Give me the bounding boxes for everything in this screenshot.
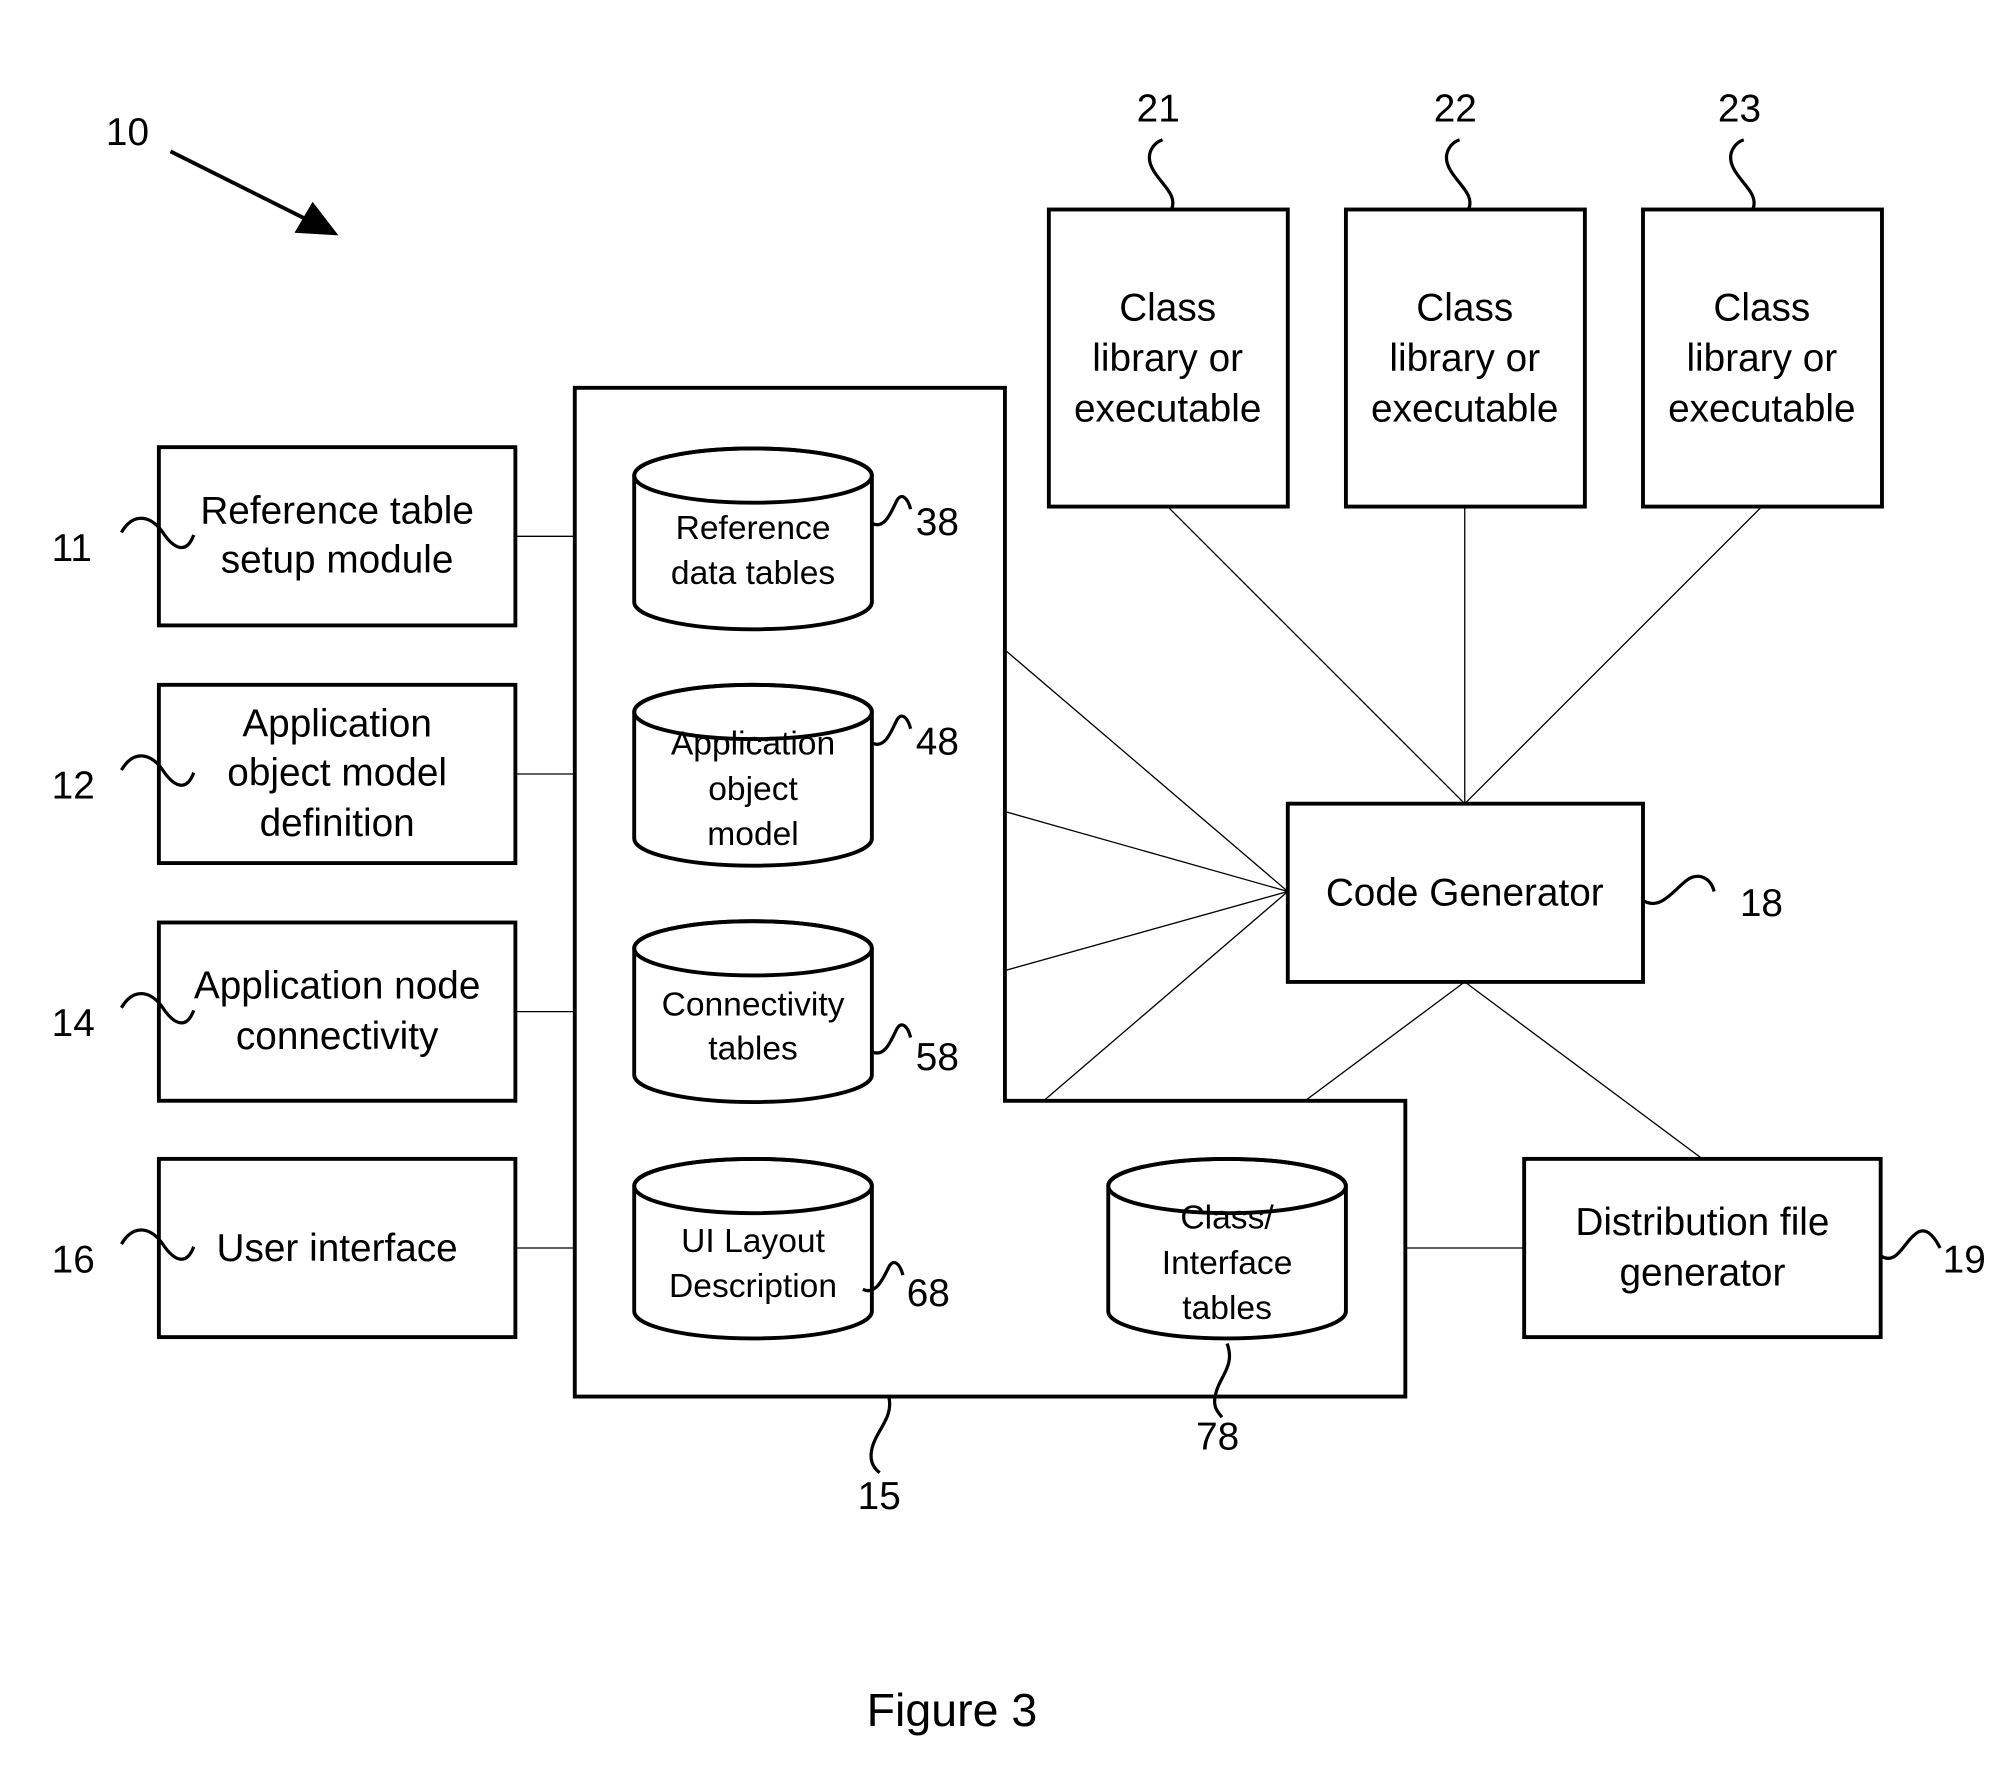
table-label-line: Description bbox=[669, 1268, 837, 1305]
library-label-line: executable bbox=[1668, 387, 1855, 430]
library-label-line: Class bbox=[1119, 287, 1216, 330]
ref-14-label: 14 bbox=[52, 1002, 95, 1045]
system-arrow-icon bbox=[169, 149, 339, 236]
module-label-line: Application bbox=[242, 703, 432, 746]
connector-line bbox=[1464, 506, 1763, 805]
figure-caption: Figure 3 bbox=[867, 1684, 1038, 1736]
table-label-line: Application bbox=[671, 726, 835, 763]
module-label-line: setup module bbox=[221, 538, 454, 581]
callout-squiggle bbox=[869, 1396, 892, 1475]
module-label-line: definition bbox=[260, 802, 415, 845]
library-label-line: library or bbox=[1389, 337, 1540, 380]
table-label-line: Connectivity bbox=[662, 987, 845, 1024]
ref-16-label: 16 bbox=[52, 1239, 95, 1282]
table-label-line: UI Layout bbox=[681, 1223, 825, 1260]
table-label-line: Class/ bbox=[1180, 1200, 1274, 1237]
module-reference-table-setup[interactable]: Reference table setup module bbox=[156, 445, 518, 628]
ref-68-label: 68 bbox=[907, 1272, 950, 1315]
ref-78-label: 78 bbox=[1196, 1416, 1239, 1459]
ref-38-label: 38 bbox=[916, 501, 959, 544]
table-label-line: tables bbox=[708, 1030, 798, 1067]
library-label-line: executable bbox=[1371, 387, 1558, 430]
module-application-node-connectivity[interactable]: Application node connectivity bbox=[156, 920, 518, 1103]
module-label-line: User interface bbox=[217, 1227, 458, 1270]
table-label-line: Reference bbox=[676, 510, 831, 547]
ref-18-label: 18 bbox=[1740, 882, 1783, 925]
class-library-21[interactable]: Class library or executable bbox=[1046, 207, 1290, 509]
system-ref-label: 10 bbox=[106, 111, 149, 154]
module-application-object-model-definition[interactable]: Application object model definition bbox=[156, 682, 518, 866]
ref-19-label: 19 bbox=[1943, 1239, 1986, 1282]
distribution-file-generator-box[interactable]: Distribution file generator bbox=[1522, 1156, 1883, 1340]
callout-squiggle bbox=[1879, 1229, 1942, 1260]
callout-squiggle bbox=[1642, 874, 1716, 905]
table-label-line: Interface bbox=[1162, 1245, 1293, 1282]
library-label-line: Class bbox=[1416, 287, 1513, 330]
ref-11-label: 11 bbox=[52, 527, 92, 570]
library-label-line: executable bbox=[1074, 387, 1261, 430]
distribution-label-line: generator bbox=[1619, 1251, 1785, 1294]
callout-squiggle bbox=[1444, 138, 1472, 211]
connector-line bbox=[1167, 506, 1466, 805]
ref-21-label: 21 bbox=[1137, 88, 1180, 131]
library-label-line: library or bbox=[1092, 337, 1243, 380]
ref-48-label: 48 bbox=[916, 721, 959, 764]
module-user-interface[interactable]: User interface bbox=[156, 1156, 518, 1340]
library-label-line: library or bbox=[1686, 337, 1837, 380]
class-library-23[interactable]: Class library or executable bbox=[1641, 207, 1884, 509]
callout-squiggle bbox=[1729, 138, 1756, 211]
figure-3-diagram: 10 Reference table setup module Applicat… bbox=[52, 88, 1986, 1736]
distribution-label-line: Distribution file bbox=[1575, 1201, 1829, 1244]
table-label-line: tables bbox=[1182, 1290, 1272, 1327]
ref-58-label: 58 bbox=[916, 1036, 959, 1079]
table-label-line: object bbox=[708, 771, 798, 808]
connector-line bbox=[1464, 981, 1703, 1160]
module-label-line: Application node bbox=[194, 965, 481, 1008]
module-label-line: connectivity bbox=[236, 1015, 439, 1058]
ref-15-label: 15 bbox=[858, 1475, 901, 1518]
module-label-line: Reference table bbox=[200, 489, 474, 532]
code-generator-box[interactable]: Code Generator bbox=[1285, 801, 1645, 984]
module-label-line: object model bbox=[227, 752, 447, 795]
class-library-22[interactable]: Class library or executable bbox=[1343, 207, 1587, 509]
table-label-line: data tables bbox=[671, 555, 835, 592]
code-generator-label: Code Generator bbox=[1326, 872, 1604, 915]
library-label-line: Class bbox=[1713, 287, 1810, 330]
ref-12-label: 12 bbox=[52, 765, 95, 808]
ref-23-label: 23 bbox=[1718, 88, 1761, 131]
callout-squiggle bbox=[1147, 138, 1175, 211]
ref-22-label: 22 bbox=[1434, 88, 1477, 131]
table-label-line: model bbox=[707, 816, 798, 853]
